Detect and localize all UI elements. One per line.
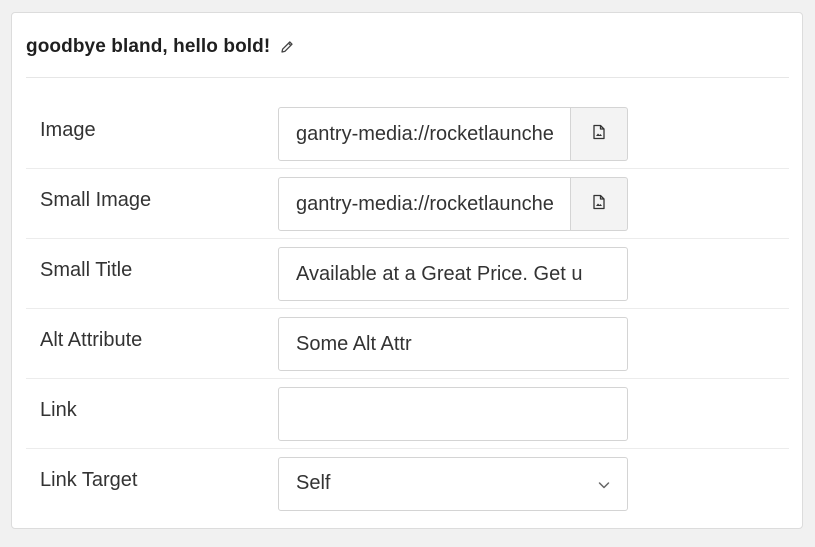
- image-input[interactable]: [278, 107, 571, 161]
- file-image-icon: [592, 124, 606, 145]
- image-field-group: [278, 107, 628, 161]
- small-title-label: Small Title: [40, 259, 133, 281]
- form-row-link-target: Link Target Self: [26, 449, 789, 519]
- image-label: Image: [40, 119, 96, 141]
- small-image-input[interactable]: [278, 177, 571, 231]
- card-header: goodbye bland, hello bold!: [26, 36, 294, 58]
- small-image-picker-button[interactable]: [571, 177, 628, 231]
- chevron-down-icon: [597, 478, 611, 492]
- form-row-small-title: Small Title: [26, 239, 789, 309]
- card-title: goodbye bland, hello bold!: [26, 36, 271, 57]
- alt-attribute-label: Alt Attribute: [40, 329, 143, 351]
- alt-attribute-input[interactable]: [278, 317, 628, 371]
- header-divider: [26, 77, 789, 78]
- form-row-small-image: Small Image: [26, 169, 789, 239]
- link-target-field-group: Self: [278, 457, 628, 511]
- image-picker-button[interactable]: [571, 107, 628, 161]
- link-target-select[interactable]: Self: [278, 457, 628, 511]
- small-image-label: Small Image: [40, 189, 152, 211]
- small-title-field-group: [278, 247, 628, 301]
- link-field-group: [278, 387, 628, 441]
- form-row-image: Image: [26, 99, 789, 169]
- form-rows: Image Small Image: [26, 99, 789, 519]
- pencil-icon[interactable]: [280, 40, 294, 54]
- link-input[interactable]: [278, 387, 628, 441]
- file-image-icon: [592, 194, 606, 215]
- alt-attribute-field-group: [278, 317, 628, 371]
- form-row-alt-attribute: Alt Attribute: [26, 309, 789, 379]
- form-row-link: Link: [26, 379, 789, 449]
- link-label: Link: [40, 399, 77, 421]
- small-image-field-group: [278, 177, 628, 231]
- small-title-input[interactable]: [278, 247, 628, 301]
- link-target-label: Link Target: [40, 469, 138, 491]
- link-target-selected-value: Self: [296, 472, 331, 494]
- settings-card: goodbye bland, hello bold! Image gantry-…: [11, 12, 803, 529]
